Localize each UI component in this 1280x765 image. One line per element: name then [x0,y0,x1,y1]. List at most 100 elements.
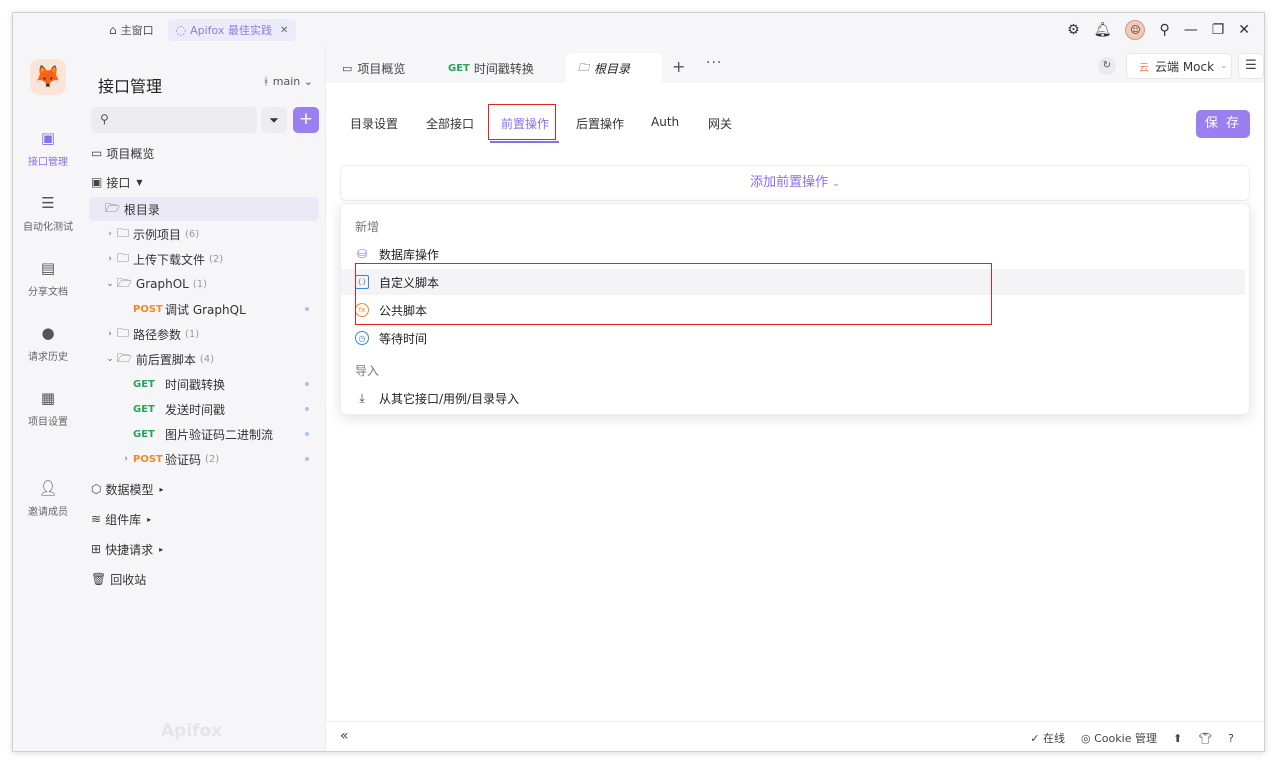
tree-item-graphql-debug[interactable]: POST 调试 GraphQL [133,297,319,321]
tree-item-label: 回收站 [110,572,147,587]
folder-open-icon: 🗁 [117,350,132,365]
tree-item-api-send-time[interactable]: GET 发送时间戳 [133,397,319,421]
menu-icon[interactable]: ☰ [1238,53,1264,79]
rail-item-api[interactable]: ▣ 接口管理 [13,129,83,168]
mock-label: 云端 Mock [1155,59,1215,74]
sidebar: 接口管理 ᚼ main ⌄ ⚲ ⏷ + ▭ 项目概览 ▣ 接口 ▼ 🗁 根目录 [83,47,326,751]
rail-item-history[interactable]: ● 请求历史 [13,324,83,363]
more-icon[interactable]: ··· [706,55,722,71]
branch-selector[interactable]: ᚼ main ⌄ [263,75,313,88]
method-badge: GET [133,403,155,415]
tree-item-interfaces[interactable]: ▣ 接口 ▼ [91,170,143,194]
apifox-watermark: Apifox [161,721,223,741]
online-status[interactable]: ✓ 在线 [1030,730,1065,746]
bell-icon[interactable]: 🔔︎ [1094,22,1112,38]
tab-project[interactable]: ◌ Apifox 最佳实践 ✕ [167,19,297,41]
menu-item-import[interactable]: ⤓ 从其它接口/用例/目录导入 [341,385,1245,411]
help-icon[interactable]: ? [1228,732,1234,745]
window-controls: ⚙ 🔔︎ ☺ ⚲ — ❐ ✕ [1067,20,1264,40]
tree-item-count: (1) [185,328,200,340]
project-icon: ◌ [175,23,187,37]
tree-item-components[interactable]: ≋ 组件库 ▸ [91,507,151,531]
main-panel: ▭ 项目概览 GET 时间戳转换 🗀 根目录 + ··· ↻ 云 云端 Mock… [326,47,1264,751]
tab-main-window[interactable]: ⌂ 主窗口 [101,19,162,41]
tree-item-quick-request[interactable]: ⊞ 快捷请求 ▸ [91,537,163,561]
folder-icon: 🗀 [578,60,589,74]
collapse-sidebar-icon[interactable]: « [340,728,349,744]
filter-button[interactable]: ⏷ [261,107,287,133]
status-dot [305,407,309,411]
tree-item-folder-examples[interactable]: › 🗀 示例项目 (6) [103,222,199,246]
tree-item-label: 前后置脚本 [135,352,196,367]
avatar[interactable]: ☺ [1125,20,1146,40]
tab-overview[interactable]: ▭ 项目概览 [330,53,417,83]
tab-label: 项目概览 [357,61,406,76]
minimize-icon[interactable]: — [1184,22,1198,38]
tab-project-label: Apifox 最佳实践 [190,24,272,37]
invite-icon: 👤︎ [38,479,58,497]
plus-icon: + [298,109,314,129]
cookie-manager[interactable]: ◎ Cookie 管理 [1081,730,1157,746]
shirt-icon[interactable]: 👕︎ [1198,732,1212,745]
upload-icon[interactable]: ⬆ [1173,732,1182,745]
add-pre-operation-button[interactable]: 添加前置操作 ⌄ [340,165,1250,201]
tree-item-api-verify[interactable]: › POST 验证码 (2) [119,447,319,471]
tree-item-label: 上传下载文件 [133,252,206,267]
rail-item-history-label: 请求历史 [28,352,68,363]
project-settings-icon: ▦ [40,389,56,407]
search-input[interactable] [117,110,247,130]
add-button[interactable]: + [293,107,319,133]
close-icon[interactable]: ✕ [280,25,288,36]
group-label-import: 导入 [355,364,380,378]
automation-icon: ☰ [41,194,55,212]
tree-item-label: 发送时间戳 [165,402,226,417]
restore-icon[interactable]: ❐ [1212,22,1225,38]
refresh-icon[interactable]: ↻ [1098,57,1116,75]
menu-item-wait[interactable]: ◷ 等待时间 [341,325,1245,351]
tree-item-folder-scripts[interactable]: ⌄ 🗁 前后置脚本 (4) [103,347,214,371]
rail-item-api-label: 接口管理 [28,157,68,168]
subtab-dir-settings[interactable]: 目录设置 [350,115,398,132]
tab-root[interactable]: 🗀 根目录 [566,53,662,83]
rail-item-project-settings-label: 项目设置 [28,417,68,428]
menu-item-label: 等待时间 [379,331,428,346]
tree-item-folder-upload[interactable]: › 🗀 上传下载文件 (2) [103,247,223,271]
tree-item-root[interactable]: 🗁 根目录 [89,197,319,221]
rail-item-share-doc[interactable]: ▤ 分享文档 [13,259,83,298]
search-box[interactable]: ⚲ [91,107,257,133]
tree-item-overview[interactable]: ▭ 项目概览 [91,141,154,165]
tree-item-recycle-bin[interactable]: 🗑︎ 回收站 [91,567,146,591]
subtab-gateway[interactable]: 网关 [708,115,732,132]
branch-name: main [272,75,301,88]
new-tab-button[interactable]: + [672,57,685,76]
chevron-down-icon: ⌄ [106,354,114,364]
tree-item-folder-graphql[interactable]: ⌄ 🗁 GraphOL (1) [103,272,207,296]
pin-icon[interactable]: ⚲ [1159,22,1169,38]
subtab-auth[interactable]: Auth [651,115,679,129]
tree-item-api-timestamp[interactable]: GET 时间戳转换 [133,372,319,396]
rail-item-project-settings[interactable]: ▦ 项目设置 [13,389,83,428]
tab-timestamp[interactable]: GET 时间戳转换 [436,53,546,83]
method-badge: GET [448,62,470,74]
home-icon: ⌂ [109,23,117,37]
tab-label: 时间戳转换 [473,61,534,76]
caret-right-icon: ▸ [159,544,164,554]
tree-item-label: 接口 [106,175,131,190]
gear-icon[interactable]: ⚙ [1067,22,1080,38]
left-rail: 🦊 ▣ 接口管理 ☰ 自动化测试 ▤ 分享文档 ● 请求历史 ▦ 项目设置 👤︎… [13,47,83,751]
chevron-down-icon: ⌄ [832,179,840,189]
subtab-post-ops[interactable]: 后置操作 [576,115,624,132]
tree-item-count: (1) [192,278,208,290]
chevron-right-icon: › [108,254,112,264]
save-button[interactable]: 保 存 [1196,110,1250,138]
mock-selector[interactable]: 云 云端 Mock ⌄ [1126,53,1232,79]
rail-item-invite[interactable]: 👤︎ 邀请成员 [13,479,83,518]
chevron-down-icon: ⌄ [1220,61,1228,71]
tree-item-label: 项目概览 [106,146,155,161]
window-close-icon[interactable]: ✕ [1238,22,1250,38]
rail-item-automation[interactable]: ☰ 自动化测试 [13,194,83,233]
tree-item-api-captcha[interactable]: GET 图片验证码二进制流 [133,422,319,446]
tree-item-data-models[interactable]: ⬡ 数据模型 ▸ [91,477,164,501]
subtab-all-apis[interactable]: 全部接口 [426,115,474,132]
tree-item-folder-path[interactable]: › 🗀 路径参数 (1) [103,322,199,346]
